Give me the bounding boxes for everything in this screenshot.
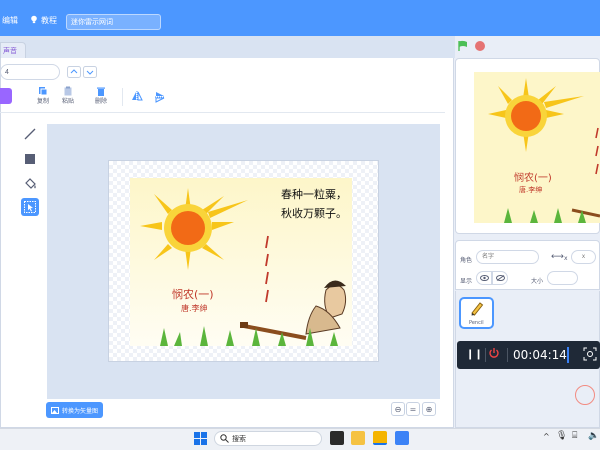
menu-tutorials[interactable]: 教程 xyxy=(30,15,57,26)
fill-color-swatch[interactable] xyxy=(0,88,12,104)
horizontal-arrows-icon: ⟷ xyxy=(551,252,564,262)
recorder-divider xyxy=(507,348,508,362)
backward-layer-button[interactable] xyxy=(83,66,97,78)
eye-icon xyxy=(479,275,489,281)
delete-button[interactable]: 删除 xyxy=(95,86,107,105)
zoom-in-icon: ⊕ xyxy=(425,404,433,414)
zoom-reset-button[interactable]: = xyxy=(406,402,420,416)
paste-button[interactable]: 粘贴 xyxy=(62,86,74,105)
rectangle-tool[interactable] xyxy=(21,150,39,168)
file-explorer-icon[interactable] xyxy=(351,431,365,445)
taskbar-search[interactable]: 搜索 xyxy=(214,431,322,446)
flip-horizontal-icon xyxy=(132,91,143,101)
costume-name-input[interactable] xyxy=(0,64,60,80)
show-sprite-toggle[interactable] xyxy=(476,271,492,285)
recorder-divider xyxy=(485,348,486,362)
select-tool[interactable] xyxy=(21,198,39,216)
poem-line-1: 春种一粒粟， xyxy=(281,188,347,201)
rectangle-tool-icon xyxy=(25,154,35,164)
start-button[interactable] xyxy=(194,432,207,447)
forward-layer-button[interactable] xyxy=(67,66,81,78)
tab-strip xyxy=(0,36,455,58)
active-app-icon[interactable] xyxy=(373,431,387,445)
stage-illustration xyxy=(474,72,600,223)
green-flag-icon xyxy=(458,40,467,51)
flip-horizontal-button[interactable] xyxy=(131,91,143,101)
menu-edit-label: 编辑 xyxy=(2,16,18,25)
toolbar-separator xyxy=(0,112,445,113)
project-title-input[interactable] xyxy=(66,14,161,30)
paste-icon xyxy=(64,86,72,96)
sprite-label: 角色 xyxy=(460,257,473,264)
pause-icon[interactable]: ❙❙ xyxy=(466,349,483,360)
layer-backward-icon xyxy=(83,66,97,78)
convert-label: 转换为矢量图 xyxy=(61,407,98,415)
menu-tutorials-label: 教程 xyxy=(41,16,57,25)
zoom-out-button[interactable]: ⊖ xyxy=(391,402,405,416)
search-label: 搜索 xyxy=(232,435,246,443)
costume-illustration xyxy=(130,178,352,346)
poem-title: 悯农(一) xyxy=(172,288,214,301)
paste-label: 粘贴 xyxy=(62,98,75,105)
equals-icon: = xyxy=(409,404,417,414)
stop-button[interactable] xyxy=(475,41,485,51)
windows-icon xyxy=(194,432,207,445)
pen-app-icon[interactable] xyxy=(395,431,409,445)
toolbar-divider xyxy=(122,88,123,106)
pencil-icon xyxy=(471,302,484,316)
x-position-input[interactable] xyxy=(571,250,596,264)
select-arrow-icon xyxy=(24,201,36,213)
copy-button[interactable]: 复制 xyxy=(37,86,49,105)
recording-timer: 00:04:14 xyxy=(513,348,567,362)
x-label: x xyxy=(564,255,568,262)
floating-record-button[interactable] xyxy=(575,385,595,405)
stage-poem-title: 悯农(一) xyxy=(514,173,552,184)
show-label: 显示 xyxy=(460,278,473,285)
trash-icon xyxy=(97,87,105,96)
copy-label: 复制 xyxy=(37,98,50,105)
zoom-out-icon: ⊖ xyxy=(394,404,402,414)
volume-icon[interactable]: 🔈 xyxy=(588,431,599,441)
poem-line-2: 秋收万颗子。 xyxy=(281,207,347,220)
search-icon xyxy=(220,434,229,443)
paint-bucket-icon xyxy=(24,177,36,189)
screenshot-button[interactable] xyxy=(583,347,597,363)
size-label: 大小 xyxy=(531,278,544,285)
sprite-name-input[interactable] xyxy=(476,250,539,264)
hide-sprite-toggle[interactable] xyxy=(492,271,508,285)
poem-author: 唐.李绅 xyxy=(181,304,208,313)
layer-forward-icon xyxy=(67,66,81,78)
media-app-icon[interactable] xyxy=(330,431,344,445)
fill-tool[interactable] xyxy=(21,174,39,192)
green-flag-button[interactable] xyxy=(457,40,469,54)
menu-edit[interactable]: 编辑 xyxy=(2,15,18,26)
line-tool[interactable] xyxy=(21,125,39,143)
flip-vertical-button[interactable] xyxy=(155,91,165,103)
microphone-icon[interactable]: 🎙 xyxy=(556,431,567,441)
tab-sounds[interactable]: 声音 xyxy=(0,42,26,58)
line-tool-icon xyxy=(24,128,36,140)
stage-poem-author: 唐.李绅 xyxy=(519,186,543,194)
tab-sounds-label: 声音 xyxy=(3,47,17,55)
stop-record-button[interactable] xyxy=(488,347,500,361)
power-icon xyxy=(489,348,499,358)
delete-label: 删除 xyxy=(95,98,108,105)
flip-vertical-icon xyxy=(155,92,165,103)
size-input[interactable] xyxy=(547,271,578,285)
image-icon xyxy=(50,406,59,414)
camera-icon xyxy=(583,347,597,361)
recorder-marker xyxy=(567,347,569,363)
convert-to-vector-button[interactable]: 转换为矢量图 xyxy=(46,402,103,418)
network-icon[interactable]: ⌸ xyxy=(572,431,577,441)
copy-icon xyxy=(39,87,48,96)
lightbulb-icon xyxy=(30,15,38,26)
zoom-in-button[interactable]: ⊕ xyxy=(422,402,436,416)
chevron-up-icon[interactable]: ^ xyxy=(543,432,550,441)
eye-slash-icon xyxy=(495,275,505,281)
sprite-tile-label: Pencil xyxy=(469,320,484,326)
